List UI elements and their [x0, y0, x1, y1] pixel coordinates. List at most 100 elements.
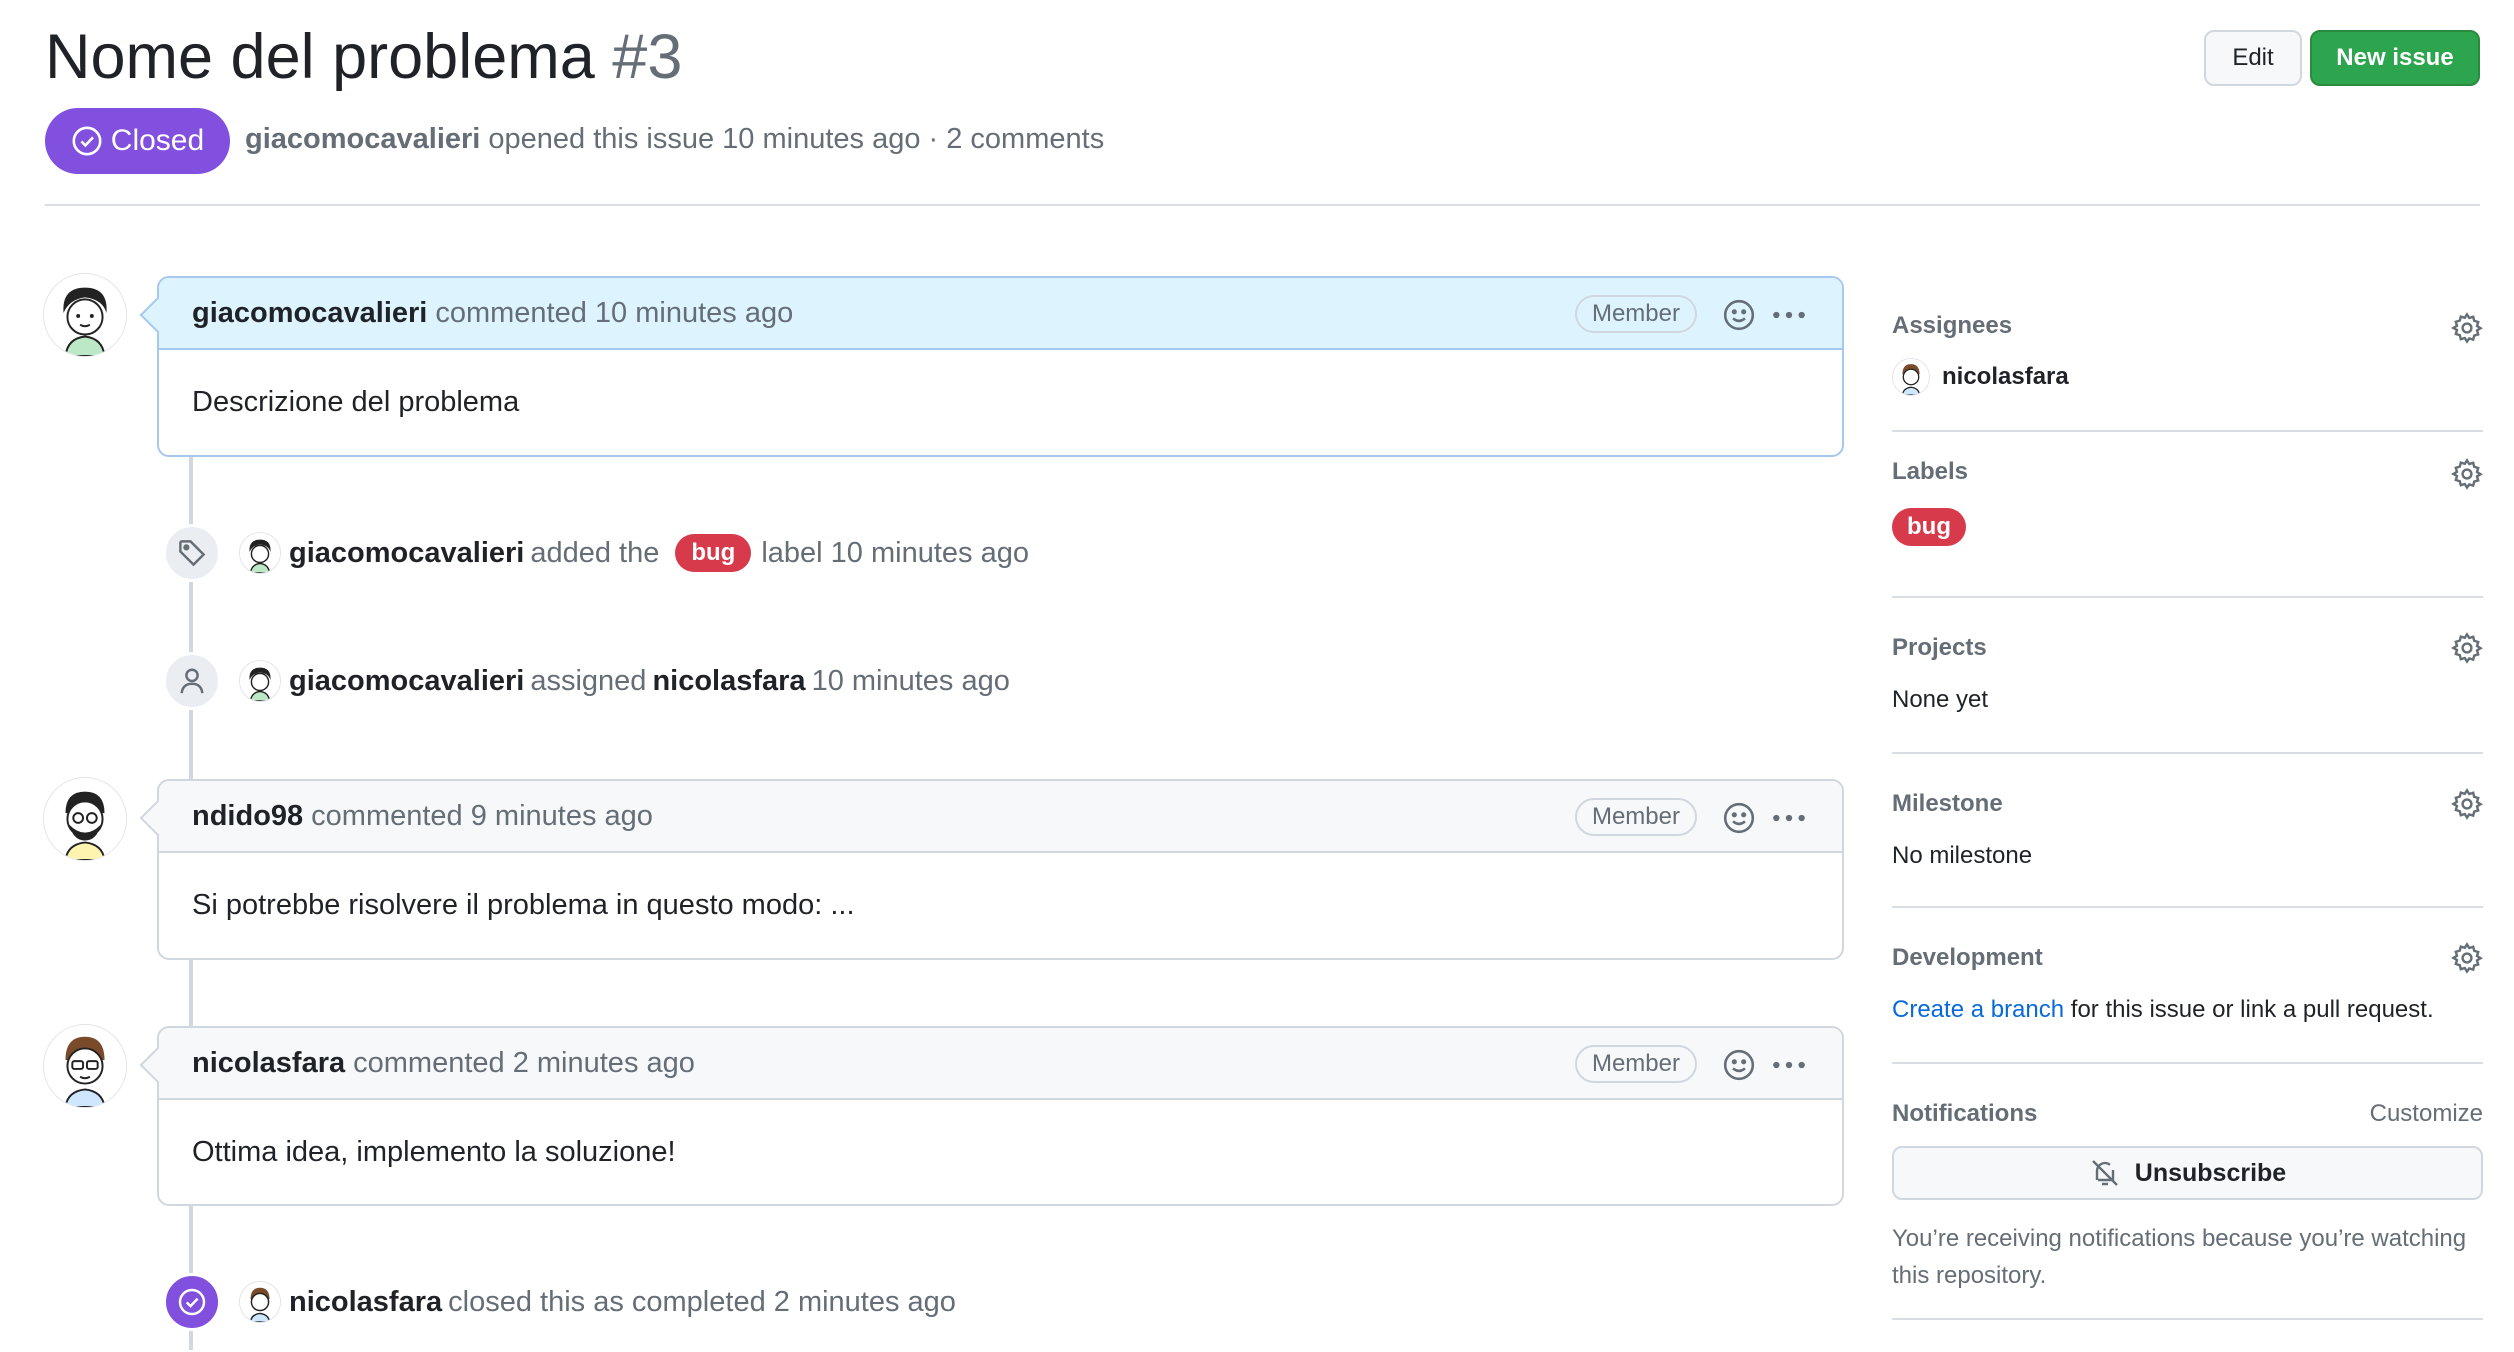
- comment-meta[interactable]: commented 10 minutes ago: [435, 297, 793, 330]
- event-actor-link[interactable]: nicolasfara: [289, 1286, 442, 1319]
- sidebar-heading[interactable]: Projects: [1892, 634, 1987, 662]
- projects-value: None yet: [1892, 686, 1989, 713]
- kebab-horizontal-icon[interactable]: [1770, 1048, 1808, 1082]
- sidebar-milestone: Milestone No milestone: [1892, 754, 2483, 908]
- unsubscribe-label: Unsubscribe: [2134, 1158, 2287, 1187]
- comment-card: giacomocavalieri commented 10 minutes ag…: [157, 276, 1844, 457]
- person-icon: [180, 668, 204, 694]
- member-badge: Member: [1574, 295, 1697, 333]
- assignee-item[interactable]: nicolasfara: [1892, 358, 2069, 396]
- timeline-event-closed: nicolasfara closed this as completed 2 m…: [163, 1272, 962, 1332]
- avatar[interactable]: [239, 1281, 281, 1323]
- event-actor-link[interactable]: giacomocavalieri: [289, 665, 524, 698]
- comment-author-link[interactable]: nicolasfara: [192, 1047, 345, 1080]
- gear-icon[interactable]: [2451, 632, 2483, 664]
- gear-icon[interactable]: [2451, 312, 2483, 344]
- avatar-nicolasfara-icon: [1893, 359, 1929, 395]
- avatar[interactable]: [239, 532, 281, 574]
- development-text: Create a branch for this issue or link a…: [1892, 996, 2434, 1024]
- comment-body: Ottima idea, implemento la soluzione!: [192, 1135, 676, 1168]
- check-circle-icon: [178, 1288, 206, 1316]
- avatar-ndido98-icon: [44, 778, 126, 860]
- avatar: [1892, 358, 1930, 396]
- check-circle-icon: [72, 126, 102, 156]
- sidebar-heading[interactable]: Assignees: [1892, 312, 2012, 340]
- comment-header: ndido98 commented 9 minutes ago Member: [159, 781, 1842, 853]
- issue-number: #3: [612, 22, 683, 92]
- event-time[interactable]: 10 minutes ago: [812, 665, 1010, 698]
- bug-label[interactable]: bug: [675, 534, 752, 572]
- issue-subline: giacomocavalieri opened this issue 10 mi…: [245, 123, 1104, 156]
- smiley-icon[interactable]: [1722, 1048, 1756, 1082]
- avatar[interactable]: [43, 273, 127, 357]
- event-icon: [163, 1273, 221, 1331]
- timeline-event-labeled: giacomocavalieri added the bug label 10 …: [163, 523, 1029, 583]
- avatar[interactable]: [43, 777, 127, 861]
- comment-header: nicolasfara commented 2 minutes ago Memb…: [159, 1028, 1842, 1100]
- comment-body: Descrizione del problema: [192, 385, 520, 418]
- gear-icon[interactable]: [2451, 458, 2483, 490]
- edit-button[interactable]: Edit: [2204, 30, 2302, 86]
- issue-header: Nome del problema #3 Edit New issue Clos…: [45, 20, 2480, 206]
- development-suffix: for this issue or link a pull request.: [2070, 996, 2434, 1023]
- avatar-giacomocavalieri-icon: [44, 274, 126, 356]
- sidebar-heading[interactable]: Milestone: [1892, 790, 2003, 818]
- comment-author-link[interactable]: ndido98: [192, 800, 303, 833]
- timeline-event-assigned: giacomocavalieri assigned nicolasfara 10…: [163, 651, 1016, 711]
- gear-icon[interactable]: [2451, 788, 2483, 820]
- kebab-horizontal-icon[interactable]: [1770, 298, 1808, 332]
- sidebar-development: Development Create a branch for this iss…: [1892, 908, 2483, 1064]
- gear-icon[interactable]: [2451, 942, 2483, 974]
- avatar-giacomocavalieri-icon: [240, 533, 280, 573]
- event-text: label 10 minutes ago: [761, 536, 1029, 569]
- comment-card: ndido98 commented 9 minutes ago Member S…: [157, 779, 1844, 960]
- notification-note: You’re receiving notifications because y…: [1892, 1225, 2467, 1289]
- avatar[interactable]: [239, 660, 281, 702]
- event-actor-link[interactable]: giacomocavalieri: [289, 537, 524, 570]
- milestone-value: No milestone: [1892, 842, 2033, 869]
- issue-author-link[interactable]: giacomocavalieri: [245, 123, 480, 155]
- state-label: Closed: [110, 124, 205, 157]
- event-assignee-link[interactable]: nicolasfara: [652, 665, 805, 698]
- comment-card: nicolasfara commented 2 minutes ago Memb…: [157, 1026, 1844, 1206]
- member-badge: Member: [1574, 1045, 1697, 1083]
- comment-author-link[interactable]: giacomocavalieri: [192, 297, 427, 330]
- event-text: closed this as completed 2 minutes ago: [448, 1285, 956, 1318]
- comment-body: Si potrebbe risolvere il problema in que…: [192, 888, 855, 921]
- customize-link[interactable]: Customize: [2370, 1100, 2483, 1128]
- sidebar-heading[interactable]: Labels: [1892, 458, 1968, 486]
- comment-meta[interactable]: commented 9 minutes ago: [311, 800, 653, 833]
- sidebar-heading[interactable]: Development: [1892, 944, 2043, 972]
- member-badge: Member: [1574, 798, 1697, 836]
- assignee-name[interactable]: nicolasfara: [1942, 363, 2069, 391]
- smiley-icon[interactable]: [1722, 298, 1756, 332]
- sidebar-assignees: Assignees nicolasfara: [1892, 290, 2483, 432]
- smiley-icon[interactable]: [1722, 801, 1756, 835]
- issue-sidebar: Assignees nicolasfara Labels bug Project…: [1892, 290, 2483, 1320]
- bug-label[interactable]: bug: [1892, 508, 1966, 546]
- bell-slash-icon: [2091, 1160, 2118, 1186]
- state-badge: Closed: [45, 108, 230, 174]
- avatar-nicolasfara-icon: [44, 1025, 126, 1107]
- event-text: added the: [530, 536, 660, 569]
- tag-icon: [179, 540, 206, 567]
- issue-opened-text: opened this issue 10 minutes ago · 2 com…: [488, 123, 1105, 155]
- new-issue-button[interactable]: New issue: [2310, 30, 2480, 86]
- label-item: bug: [1892, 508, 1966, 546]
- comment-meta[interactable]: commented 2 minutes ago: [353, 1047, 695, 1080]
- event-text: assigned: [530, 664, 647, 697]
- issue-title-text: Nome del problema: [45, 22, 595, 92]
- avatar-giacomocavalieri-icon: [240, 661, 280, 701]
- create-branch-link[interactable]: Create a branch: [1892, 996, 2064, 1023]
- kebab-horizontal-icon[interactable]: [1770, 801, 1808, 835]
- sidebar-heading: Notifications: [1892, 1100, 2038, 1127]
- event-icon: [163, 652, 221, 710]
- avatar-nicolasfara-icon: [240, 1282, 280, 1322]
- issue-title: Nome del problema #3: [45, 20, 682, 94]
- unsubscribe-button[interactable]: Unsubscribe: [1892, 1146, 2483, 1200]
- sidebar-notifications: Notifications Customize Unsubscribe You’…: [1892, 1064, 2483, 1320]
- sidebar-labels: Labels bug: [1892, 432, 2483, 598]
- sidebar-projects: Projects None yet: [1892, 598, 2483, 754]
- avatar[interactable]: [43, 1024, 127, 1108]
- comment-header: giacomocavalieri commented 10 minutes ag…: [159, 278, 1842, 350]
